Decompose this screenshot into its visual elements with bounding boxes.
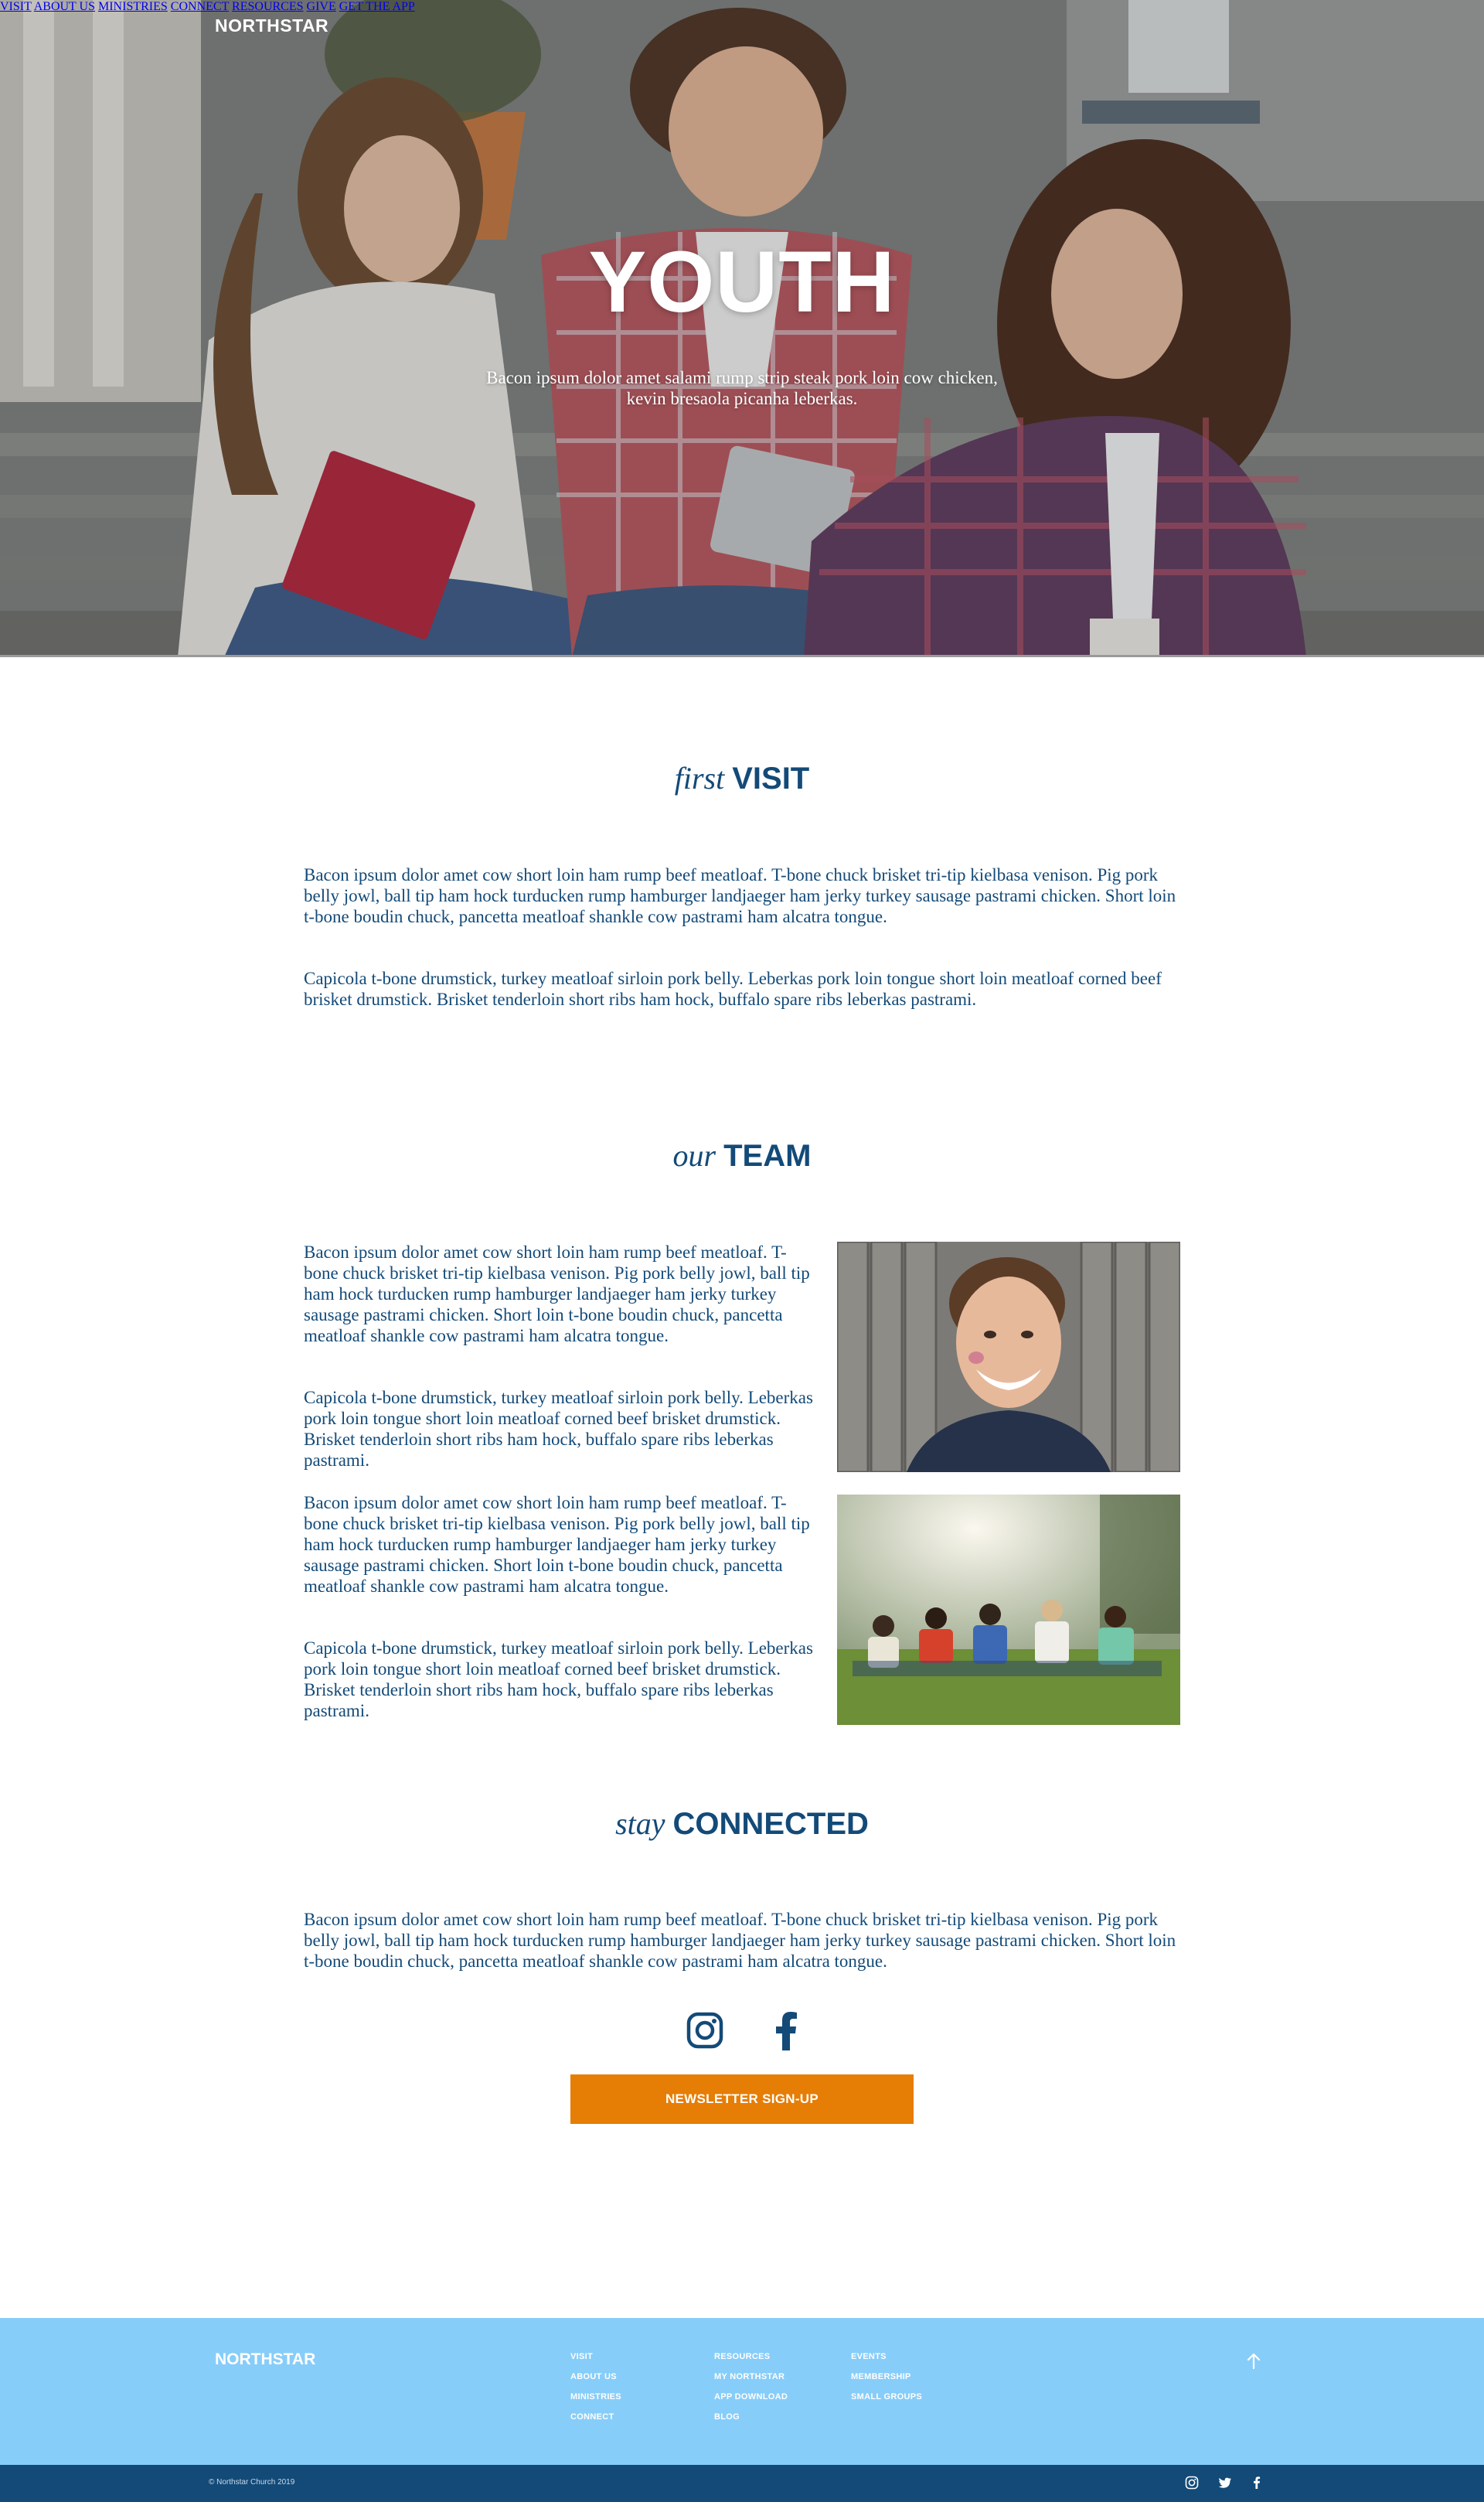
nav-item-about-us[interactable]: ABOUT US	[34, 0, 95, 13]
footer-links-column-2: RESOURCES MY NORTHSTAR APP DOWNLOAD BLOG	[714, 2352, 788, 2432]
footer-link-events[interactable]: EVENTS	[851, 2352, 922, 2372]
section-title-team: our TEAM	[0, 1137, 1484, 1174]
footer-link-membership[interactable]: MEMBERSHIP	[851, 2372, 922, 2392]
hero-banner: NORTHSTAR VISIT ABOUT US MINISTRIES CONN…	[0, 0, 1484, 657]
footer-links-column-1: VISIT ABOUT US MINISTRIES CONNECT	[570, 2352, 621, 2432]
section-title-script: our	[672, 1138, 716, 1173]
top-navigation: NORTHSTAR VISIT ABOUT US MINISTRIES CONN…	[0, 0, 1484, 54]
team-paragraph-3: Bacon ipsum dolor amet cow short loin ha…	[304, 1493, 810, 1596]
facebook-icon[interactable]	[771, 2012, 799, 2050]
footer-logo[interactable]: NORTHSTAR	[215, 2350, 315, 2369]
instagram-icon[interactable]	[686, 2012, 723, 2049]
instagram-icon[interactable]	[1185, 2476, 1199, 2490]
section-title-script: stay	[615, 1806, 665, 1841]
nav-item-visit[interactable]: VISIT	[0, 0, 32, 13]
section-title-bold: CONNECTED	[672, 1807, 869, 1841]
nav-item-connect[interactable]: CONNECT	[171, 0, 229, 13]
footer-link-about-us[interactable]: ABOUT US	[570, 2372, 621, 2392]
team-paragraph-4: Capicola t-bone drumstick, turkey meatlo…	[304, 1638, 813, 1720]
footer-link-visit[interactable]: VISIT	[570, 2352, 621, 2372]
visit-paragraph-2: Capicola t-bone drumstick, turkey meatlo…	[304, 969, 1162, 1009]
section-title-bold: VISIT	[732, 762, 810, 796]
newsletter-signup-button[interactable]: NEWSLETTER SIGN-UP	[570, 2074, 914, 2124]
facebook-icon[interactable]	[1250, 2476, 1264, 2490]
footer-link-ministries[interactable]: MINISTRIES	[570, 2392, 621, 2412]
team-paragraph-2: Capicola t-bone drumstick, turkey meatlo…	[304, 1388, 813, 1470]
section-title-connected: stay CONNECTED	[0, 1805, 1484, 1842]
twitter-icon[interactable]	[1218, 2476, 1232, 2490]
footer-link-resources[interactable]: RESOURCES	[714, 2352, 788, 2372]
hero-divider	[0, 655, 1484, 657]
footer-link-app-download[interactable]: APP DOWNLOAD	[714, 2392, 788, 2412]
team-photo-group	[837, 1495, 1180, 1725]
nav-item-resources[interactable]: RESOURCES	[232, 0, 303, 13]
copyright-text: © Northstar Church 2019	[209, 2478, 295, 2487]
footer-links-column-3: EVENTS MEMBERSHIP SMALL GROUPS	[851, 2352, 922, 2412]
footer-link-connect[interactable]: CONNECT	[570, 2412, 621, 2432]
footer-link-small-groups[interactable]: SMALL GROUPS	[851, 2392, 922, 2412]
nav-item-ministries[interactable]: MINISTRIES	[98, 0, 168, 13]
nav-item-give[interactable]: GIVE	[307, 0, 336, 13]
site-logo[interactable]: NORTHSTAR	[215, 15, 328, 36]
footer-link-my-northstar[interactable]: MY NORTHSTAR	[714, 2372, 788, 2392]
footer-link-blog[interactable]: BLOG	[714, 2412, 788, 2432]
team-photo-portrait	[837, 1242, 1180, 1472]
section-title-visit: first VISIT	[0, 760, 1484, 796]
visit-paragraph-1: Bacon ipsum dolor amet cow short loin ha…	[304, 865, 1176, 926]
hero-subtitle: Bacon ipsum dolor amet salami rump strip…	[486, 368, 998, 408]
team-paragraph-1: Bacon ipsum dolor amet cow short loin ha…	[304, 1242, 810, 1345]
hero-title: YOUTH	[588, 233, 896, 330]
nav-item-get-the-app[interactable]: GET THE APP	[339, 0, 415, 13]
section-title-bold: TEAM	[723, 1139, 812, 1173]
connected-paragraph: Bacon ipsum dolor amet cow short loin ha…	[304, 1910, 1176, 1971]
section-title-script: first	[674, 761, 725, 796]
arrow-up-icon[interactable]	[1244, 2352, 1263, 2371]
